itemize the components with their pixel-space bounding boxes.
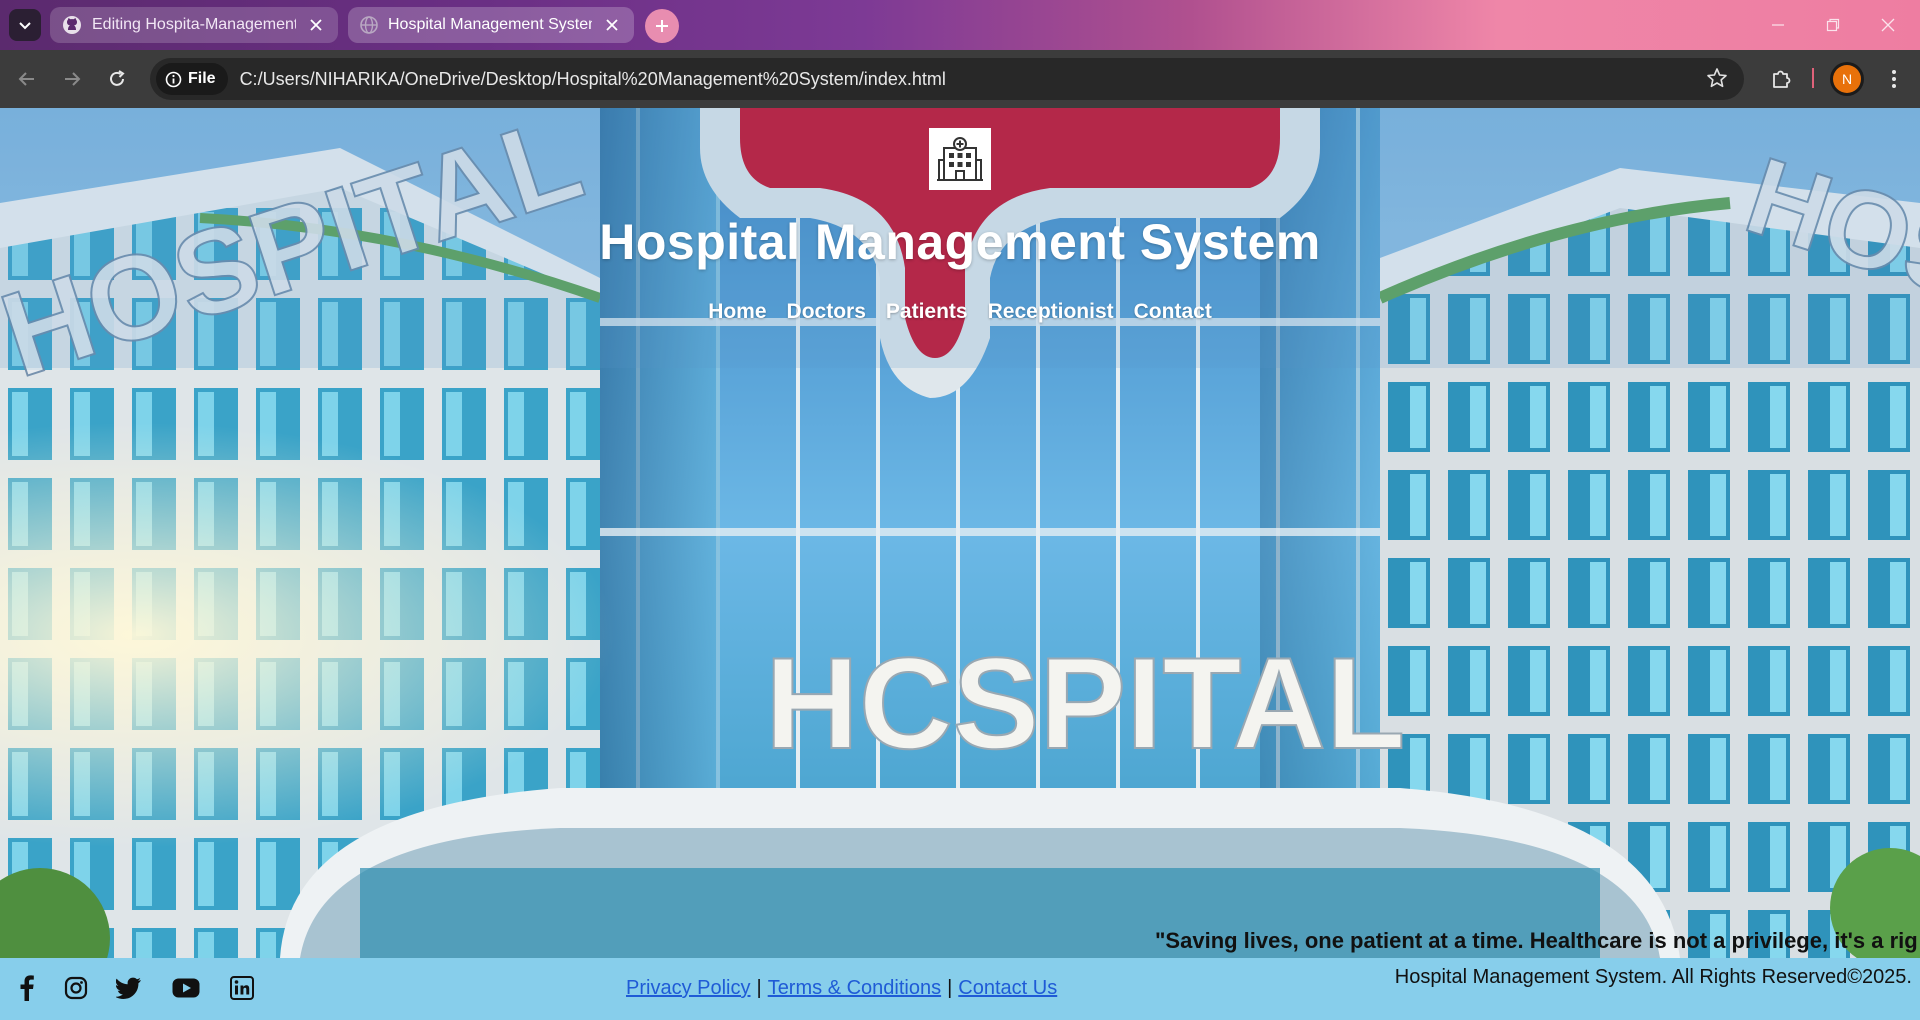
- link-separator: |: [756, 977, 762, 999]
- chevron-down-icon: [19, 22, 31, 30]
- new-tab-button[interactable]: [645, 9, 679, 43]
- site-footer: Privacy Policy | Terms & Conditions | Co…: [0, 958, 1920, 1020]
- scheme-label: File: [188, 70, 216, 87]
- footer-links: Privacy Policy | Terms & Conditions | Co…: [626, 977, 1057, 1000]
- facebook-link[interactable]: [12, 974, 40, 1002]
- site-info-chip[interactable]: File: [156, 63, 228, 95]
- profile-avatar[interactable]: N: [1833, 65, 1861, 93]
- twitter-link[interactable]: [115, 974, 143, 1002]
- facebook-icon: [20, 975, 34, 1001]
- reload-icon: [110, 70, 125, 86]
- star-icon: [1707, 68, 1727, 88]
- page-viewport: HOSPITAL HOSP HCSPITAL Hospital: [0, 108, 1920, 1020]
- close-tab-button[interactable]: [306, 15, 326, 35]
- youtube-icon: [172, 978, 200, 998]
- linkedin-link[interactable]: [228, 974, 256, 1002]
- tab-hospital-management[interactable]: Hospital Management System: [348, 7, 634, 43]
- arrow-right-icon: [65, 72, 81, 86]
- close-window-button[interactable]: [1876, 13, 1900, 37]
- scrolling-quote: "Saving lives, one patient at a time. He…: [1155, 928, 1918, 953]
- instagram-icon: [64, 976, 88, 1000]
- tab-editing-repo[interactable]: Editing Hospita-Management-S: [50, 7, 338, 43]
- nav-contact[interactable]: Contact: [1134, 300, 1212, 324]
- privacy-policy-link[interactable]: Privacy Policy: [626, 977, 750, 1000]
- forward-button[interactable]: [57, 64, 87, 94]
- main-nav: Home Doctors Patients Receptionist Conta…: [0, 300, 1920, 324]
- contact-us-link[interactable]: Contact Us: [958, 977, 1057, 1000]
- toolbar-separator: [1812, 68, 1814, 88]
- hospital-building-icon: [937, 137, 983, 181]
- close-icon: [1881, 18, 1895, 32]
- nav-home[interactable]: Home: [708, 300, 766, 324]
- github-icon: [63, 16, 81, 34]
- site-title: Hospital Management System: [599, 214, 1321, 270]
- reload-button[interactable]: [102, 64, 132, 94]
- nav-patients[interactable]: Patients: [886, 300, 968, 324]
- tab-strip: Editing Hospita-Management-S Hospital Ma…: [0, 0, 1920, 50]
- link-separator: |: [947, 977, 953, 999]
- more-vertical-icon: [1892, 70, 1896, 88]
- linkedin-icon: [230, 976, 254, 1000]
- site-logo[interactable]: [929, 128, 991, 190]
- restore-icon: [1826, 18, 1840, 32]
- tab-title: Editing Hospita-Management-S: [92, 16, 296, 33]
- menu-button[interactable]: [1880, 65, 1908, 93]
- close-tab-button[interactable]: [602, 15, 622, 35]
- puzzle-icon: [1773, 70, 1791, 88]
- nav-receptionist[interactable]: Receptionist: [988, 300, 1114, 324]
- tab-title: Hospital Management System: [388, 16, 592, 33]
- youtube-link[interactable]: [172, 974, 200, 1002]
- close-icon: [606, 19, 618, 31]
- bookmark-star-button[interactable]: [1706, 67, 1730, 91]
- twitter-icon: [116, 977, 141, 999]
- globe-icon: [360, 16, 378, 34]
- browser-toolbar: File C:/Users/NIHARIKA/OneDrive/Desktop/…: [0, 50, 1920, 108]
- close-icon: [310, 19, 322, 31]
- arrow-left-icon: [18, 72, 34, 86]
- extensions-button[interactable]: [1767, 65, 1795, 93]
- minimize-button[interactable]: [1766, 13, 1790, 37]
- back-button[interactable]: [12, 64, 42, 94]
- minimize-icon: [1772, 24, 1784, 26]
- site-header: Hospital Management System Home Doctors …: [0, 108, 1920, 368]
- copyright-text: Hospital Management System. All Rights R…: [1394, 966, 1912, 988]
- restore-button[interactable]: [1821, 13, 1845, 37]
- info-icon: [165, 71, 182, 87]
- tab-search-button[interactable]: [9, 9, 41, 41]
- nav-doctors[interactable]: Doctors: [787, 300, 866, 324]
- instagram-link[interactable]: [62, 974, 90, 1002]
- address-bar[interactable]: File C:/Users/NIHARIKA/OneDrive/Desktop/…: [150, 58, 1744, 100]
- url-text[interactable]: C:/Users/NIHARIKA/OneDrive/Desktop/Hospi…: [240, 69, 946, 90]
- plus-icon: [656, 20, 668, 32]
- terms-link[interactable]: Terms & Conditions: [768, 977, 941, 1000]
